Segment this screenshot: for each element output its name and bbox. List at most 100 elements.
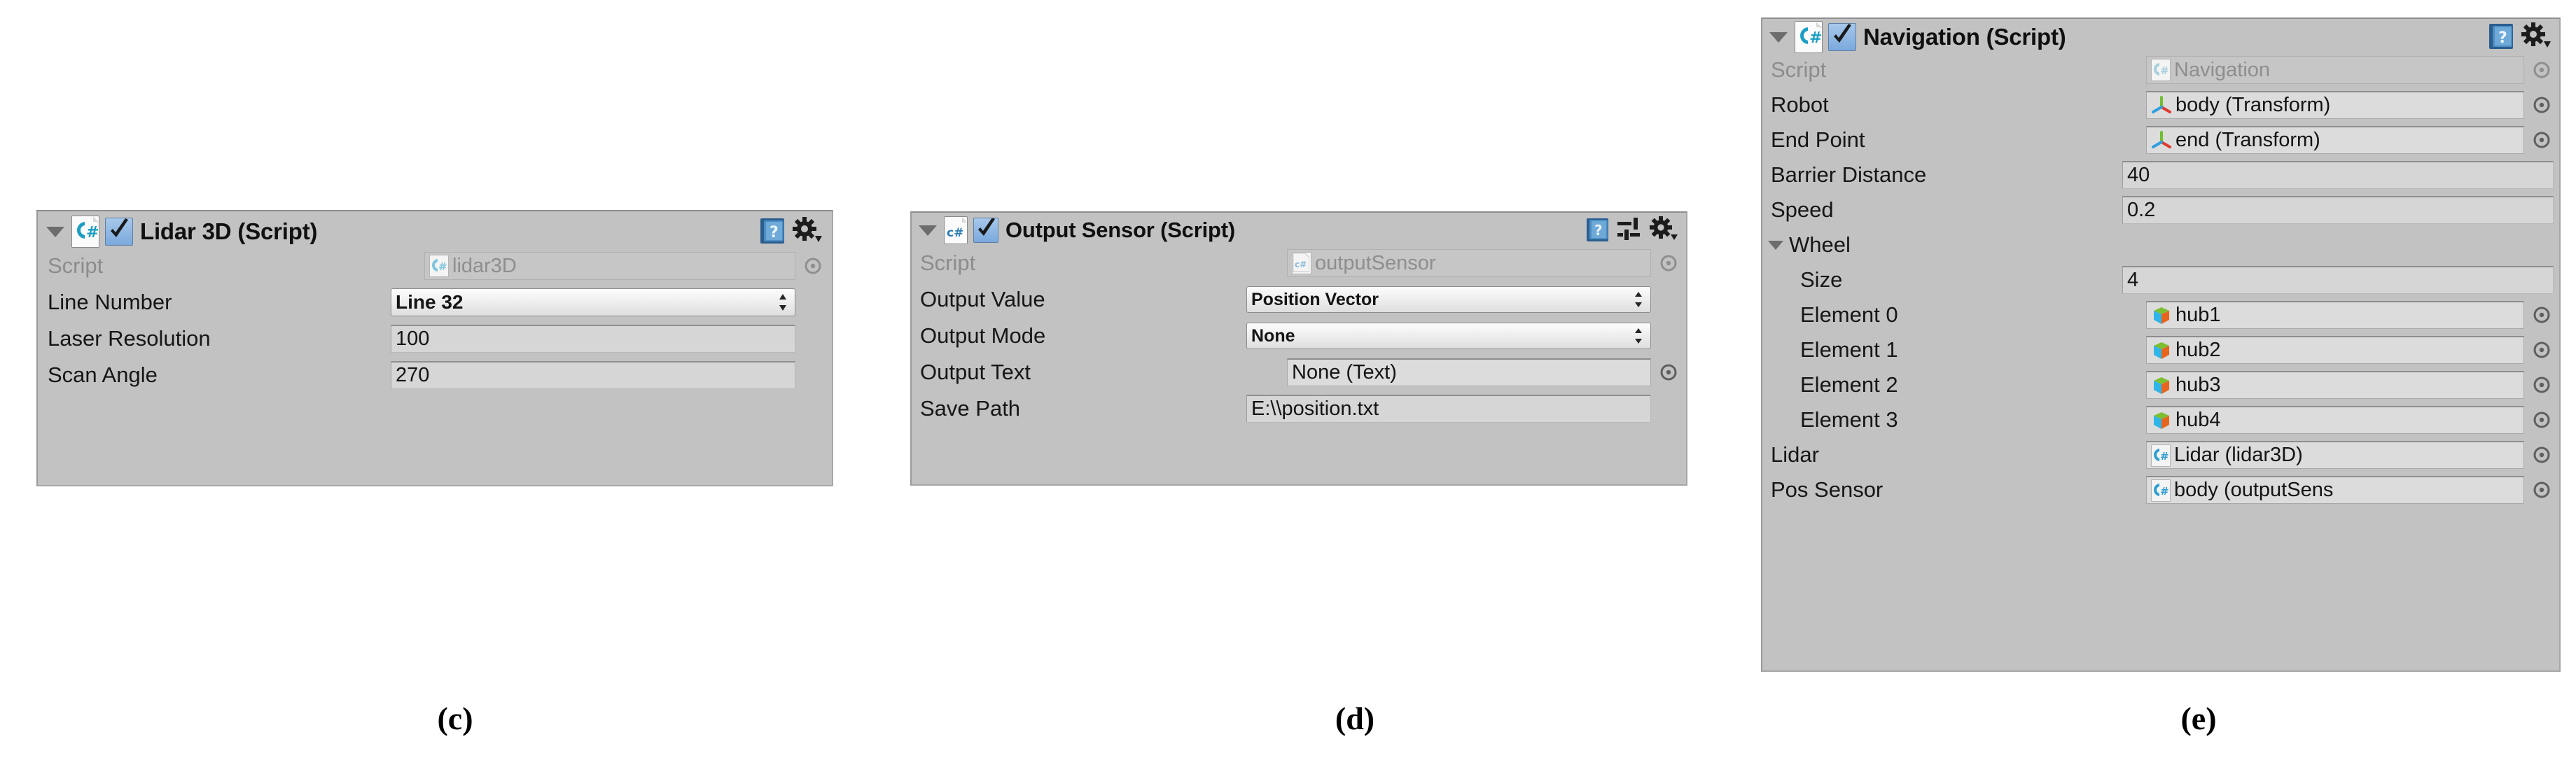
cube-icon (2151, 305, 2172, 326)
wheel-element-2-object-field[interactable]: hub3 (2146, 371, 2524, 399)
script-object-field: c# outputSensor (1287, 249, 1651, 277)
enabled-checkbox[interactable] (1828, 23, 1856, 51)
field-value: 0.2 (2127, 199, 2156, 221)
property-label: Speed (1771, 197, 1834, 222)
property-row-output-mode: Output Mode None (917, 318, 1680, 354)
component-header-navigation[interactable]: # Navigation (Script) ? (1768, 21, 2554, 53)
pos-sensor-object-field[interactable]: # body (outputSens (2146, 476, 2524, 504)
csharp-script-icon: c# (1292, 252, 1311, 274)
foldout-triangle-icon[interactable] (46, 226, 64, 237)
csharp-script-icon: # (2151, 444, 2171, 467)
help-icon[interactable]: ? (2488, 22, 2516, 52)
script-object-field: # Navigation (2146, 56, 2524, 84)
property-label: Output Text (920, 360, 1031, 384)
object-value: Lidar (lidar3D) (2174, 444, 2303, 466)
object-value: None (Text) (1292, 361, 1397, 384)
scan-angle-input[interactable]: 270 (391, 361, 795, 389)
script-value: Navigation (2174, 58, 2271, 81)
component-title: Navigation (Script) (1863, 24, 2066, 50)
property-label: Size (1800, 267, 1843, 292)
property-label: Robot (1771, 92, 1829, 117)
object-picker-icon[interactable] (2530, 93, 2554, 117)
script-object-field: # lidar3D (424, 252, 795, 280)
object-picker-icon[interactable] (2530, 478, 2554, 502)
cube-icon (2151, 410, 2172, 431)
enabled-checkbox[interactable] (105, 218, 133, 246)
save-path-input[interactable]: E:\\position.txt (1246, 395, 1651, 423)
help-icon[interactable]: ? (1585, 217, 1610, 244)
svg-text:?: ? (1594, 222, 1603, 239)
csharp-script-icon: # (2151, 479, 2171, 502)
object-picker-icon[interactable] (1657, 251, 1680, 275)
property-label: End Point (1771, 127, 1865, 152)
object-picker-icon[interactable] (801, 254, 825, 278)
help-icon[interactable]: ? (759, 217, 787, 246)
lidar-object-field[interactable]: # Lidar (lidar3D) (2146, 441, 2524, 469)
property-row-output-value: Output Value Position Vector (917, 281, 1680, 318)
property-label: Barrier Distance (1771, 162, 1927, 187)
object-picker-icon[interactable] (2530, 408, 2554, 432)
object-picker-icon[interactable] (2530, 128, 2554, 152)
foldout-triangle-icon[interactable] (1769, 31, 1788, 43)
object-picker-icon[interactable] (2530, 443, 2554, 467)
property-row-wheel-foldout[interactable]: Wheel (1768, 227, 2554, 262)
property-label: Element 0 (1800, 302, 1898, 327)
component-header-outputsensor[interactable]: c# Output Sensor (Script) ? (917, 216, 1680, 245)
wheel-element-3-object-field[interactable]: hub4 (2146, 406, 2524, 434)
field-value: 100 (396, 328, 430, 350)
cube-icon (2151, 340, 2172, 361)
preset-icon[interactable] (1616, 216, 1644, 244)
object-picker-icon[interactable] (2530, 338, 2554, 362)
end-point-object-field[interactable]: end (Transform) (2146, 126, 2524, 154)
property-label: Script (1771, 57, 1827, 82)
property-label: Laser Resolution (48, 326, 211, 351)
svg-text:c#: c# (1295, 260, 1307, 269)
property-row-line-number: Line Number Line 32 (45, 284, 825, 321)
svg-text:?: ? (770, 224, 779, 241)
figure-caption-e: (e) (2180, 701, 2217, 736)
object-picker-icon[interactable] (2530, 58, 2554, 82)
figure-caption-d: (d) (1335, 701, 1375, 736)
component-header-lidar3d[interactable]: # Lidar 3D (Script) ? (45, 216, 825, 248)
output-value-dropdown[interactable]: Position Vector (1246, 286, 1651, 313)
barrier-distance-input[interactable]: 40 (2122, 161, 2554, 189)
line-number-dropdown[interactable]: Line 32 (391, 288, 795, 316)
wheel-size-input[interactable]: 4 (2122, 266, 2554, 294)
transform-icon (2151, 130, 2172, 151)
enabled-checkbox[interactable] (973, 218, 998, 243)
property-row-wheel-size: Size 4 (1768, 262, 2554, 297)
object-picker-icon[interactable] (1657, 360, 1680, 384)
csharp-script-icon: # (71, 216, 99, 248)
foldout-triangle-icon[interactable] (1768, 240, 1783, 250)
csharp-script-icon: # (1795, 21, 1823, 53)
output-mode-dropdown[interactable]: None (1246, 323, 1651, 349)
property-label: Line Number (48, 290, 172, 314)
wheel-element-0-object-field[interactable]: hub1 (2146, 301, 2524, 329)
gear-icon[interactable] (793, 217, 823, 246)
object-picker-icon[interactable] (2530, 303, 2554, 327)
svg-text:#: # (2160, 450, 2168, 463)
field-value: 4 (2127, 269, 2139, 291)
object-value: hub2 (2175, 339, 2221, 361)
svg-text:#: # (86, 224, 99, 241)
wheel-element-1-object-field[interactable]: hub2 (2146, 336, 2524, 364)
output-text-object-field[interactable]: None (Text) (1287, 358, 1651, 386)
svg-text:#: # (438, 260, 447, 273)
gear-icon[interactable] (2521, 22, 2552, 52)
property-label: Lidar (1771, 442, 1819, 467)
property-label: Pos Sensor (1771, 477, 1884, 502)
property-row-wheel-element-1: Element 1 hub2 (1768, 332, 2554, 367)
field-value: E:\\position.txt (1251, 397, 1379, 420)
figure-caption-c: (c) (437, 701, 473, 736)
gear-icon[interactable] (1650, 216, 1679, 244)
object-picker-icon[interactable] (2530, 373, 2554, 397)
robot-object-field[interactable]: body (Transform) (2146, 91, 2524, 119)
property-row-end-point: End Point end (Transform) (1768, 122, 2554, 157)
script-value: lidar3D (452, 254, 517, 277)
object-value: end (Transform) (2175, 129, 2320, 151)
laser-resolution-input[interactable]: 100 (391, 325, 795, 353)
property-row-wheel-element-3: Element 3 hub4 (1768, 402, 2554, 437)
foldout-triangle-icon[interactable] (919, 225, 937, 236)
object-value: hub1 (2175, 304, 2221, 326)
speed-input[interactable]: 0.2 (2122, 196, 2554, 224)
